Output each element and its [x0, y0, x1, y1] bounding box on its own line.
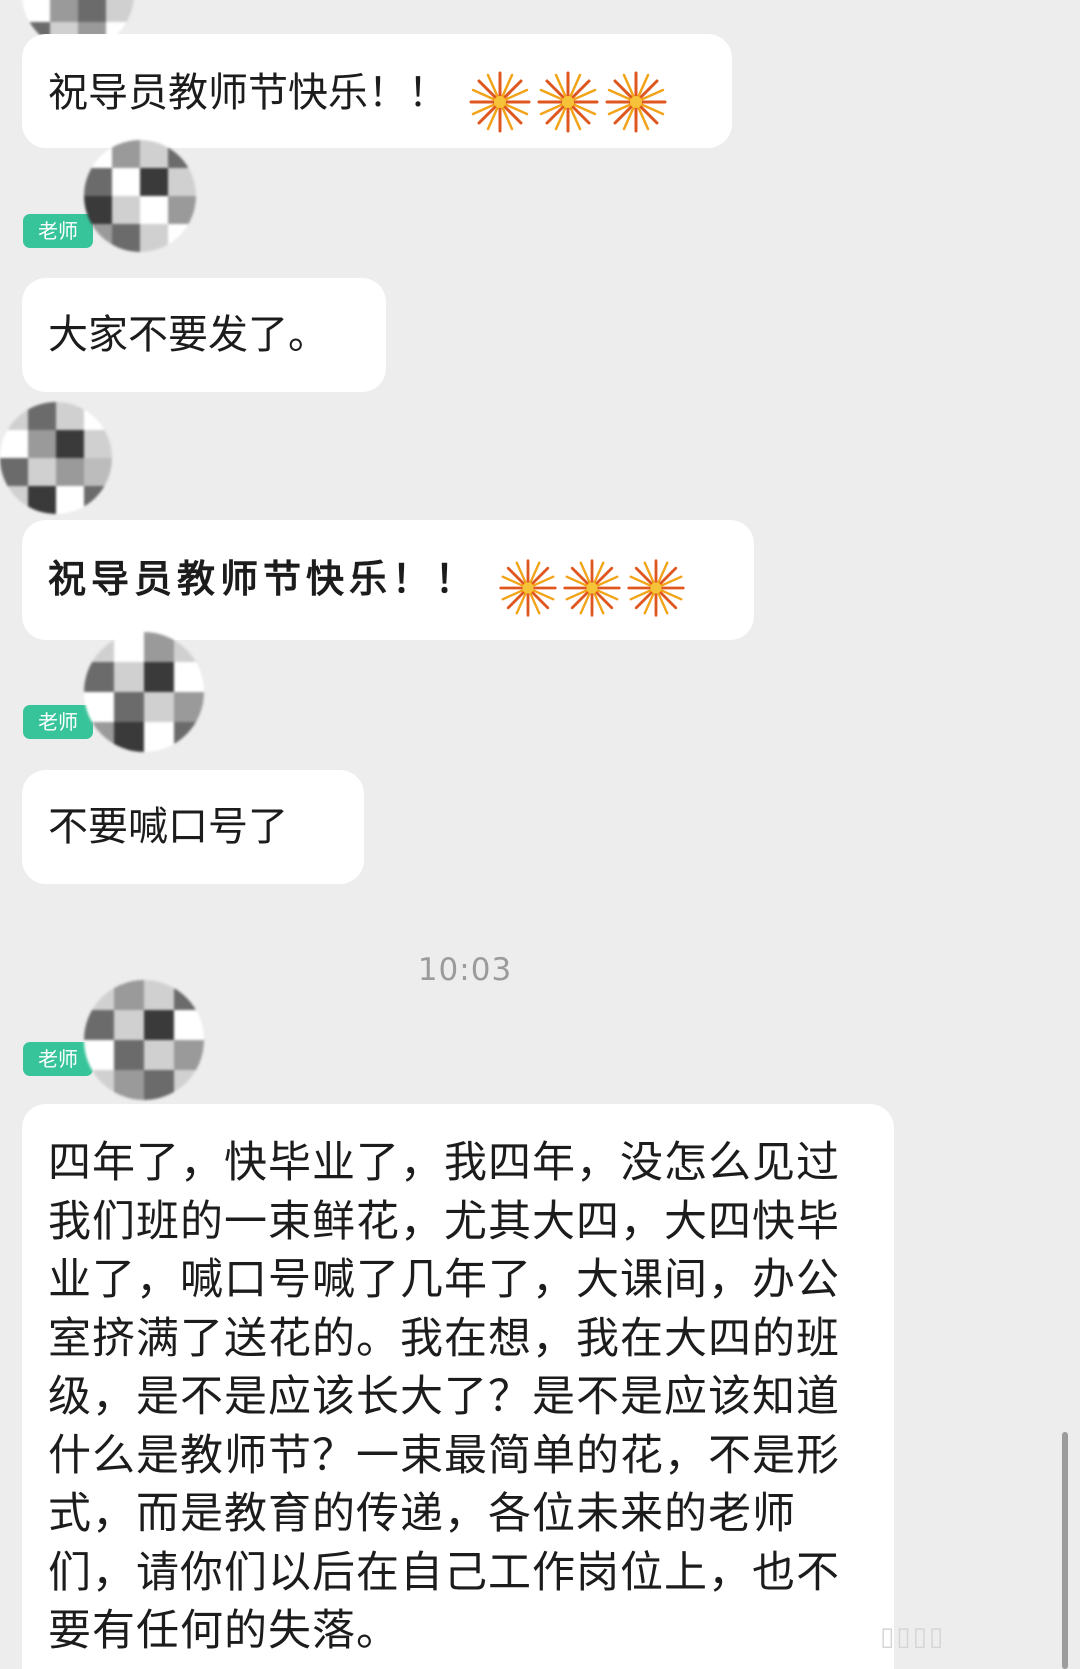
- teacher-badge: 老师: [23, 214, 93, 248]
- message-bubble[interactable]: 不要喊口号了: [22, 770, 364, 884]
- message-text: 祝导员教师节快乐！！: [48, 556, 479, 601]
- fireworks-icon: [497, 557, 687, 619]
- teacher-badge: 老师: [23, 705, 93, 739]
- message-text: 祝导员教师节快乐！！: [48, 70, 448, 116]
- avatar[interactable]: [0, 402, 112, 514]
- scrollbar[interactable]: [1062, 1432, 1068, 1669]
- avatar[interactable]: [84, 632, 204, 752]
- fireworks-icon: [467, 69, 669, 135]
- message-bubble[interactable]: 祝导员教师节快乐！！: [22, 520, 754, 640]
- message-bubble[interactable]: 四年了，快毕业了，我四年，没怎么见过我们班的一束鲜花，尤其大四，大四快毕业了，喊…: [22, 1104, 894, 1669]
- message-text: 不要喊口号了: [48, 804, 288, 850]
- avatar[interactable]: [84, 980, 204, 1100]
- message-bubble[interactable]: 祝导员教师节快乐！！: [22, 34, 732, 148]
- watermark: ▯▯▯▯: [880, 1622, 946, 1652]
- teacher-badge: 老师: [23, 1042, 93, 1076]
- message-text: 四年了，快毕业了，我四年，没怎么见过我们班的一束鲜花，尤其大四，大四快毕业了，喊…: [48, 1138, 840, 1656]
- chat-screen: 祝导员教师节快乐！！ 老师 大家不要发了。 祝导员教师节快乐！！ 老师 不要喊口…: [0, 0, 1080, 1669]
- avatar[interactable]: [84, 140, 196, 252]
- message-text: 大家不要发了。: [48, 312, 328, 358]
- message-bubble[interactable]: 大家不要发了。: [22, 278, 386, 392]
